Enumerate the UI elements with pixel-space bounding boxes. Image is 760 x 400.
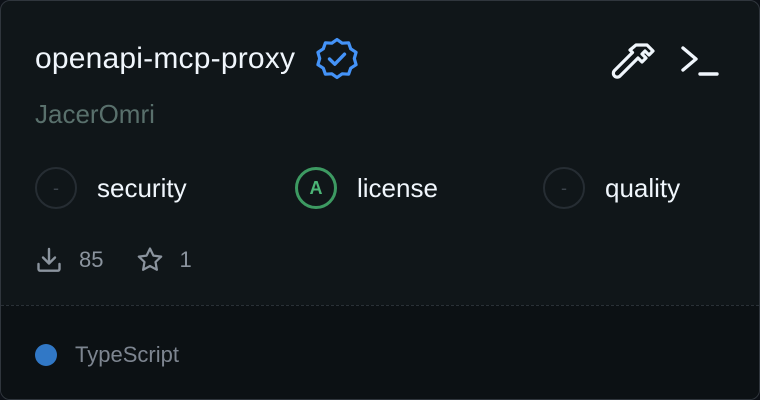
score-row: - security A license - quality <box>35 165 725 211</box>
downloads-stat: 85 <box>35 246 103 274</box>
verified-badge-icon <box>313 35 361 83</box>
language-indicator: TypeScript <box>35 342 179 368</box>
card-footer: TypeScript <box>1 305 759 399</box>
score-security[interactable]: - security <box>35 165 187 211</box>
action-icons <box>611 39 723 85</box>
downloads-count: 85 <box>79 247 104 272</box>
score-badge: A <box>295 167 337 209</box>
title-row: openapi-mcp-proxy <box>35 37 361 81</box>
stars-stat[interactable]: 1 <box>135 245 192 275</box>
stats-row: 85 1 <box>35 241 192 279</box>
language-color-dot <box>35 344 57 366</box>
score-license[interactable]: A license <box>295 165 438 211</box>
terminal-icon[interactable] <box>677 39 723 85</box>
repo-title[interactable]: openapi-mcp-proxy <box>35 42 295 76</box>
server-card[interactable]: openapi-mcp-proxy JacerOmri - security A… <box>0 0 760 400</box>
score-badge: - <box>543 167 585 209</box>
hammer-icon[interactable] <box>611 39 657 85</box>
download-icon <box>35 246 63 274</box>
score-quality[interactable]: - quality <box>543 165 680 211</box>
score-label: security <box>97 172 187 203</box>
star-icon <box>135 245 165 275</box>
score-label: license <box>357 172 438 203</box>
score-badge: - <box>35 167 77 209</box>
language-name: TypeScript <box>75 342 179 367</box>
author-name[interactable]: JacerOmri <box>35 99 155 130</box>
stars-count: 1 <box>179 247 192 272</box>
score-label: quality <box>605 172 681 203</box>
